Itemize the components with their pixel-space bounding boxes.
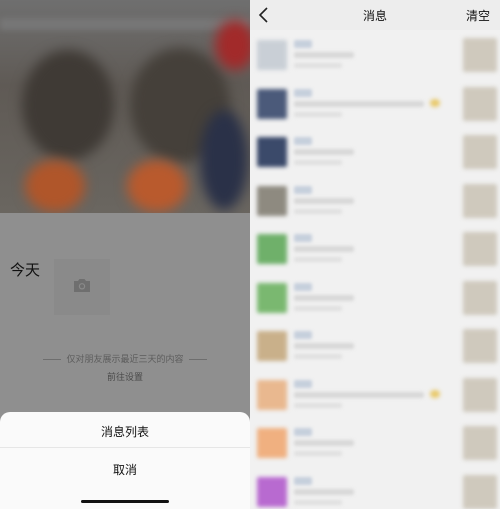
post-thumbnail: [463, 377, 497, 412]
list-item[interactable]: [250, 176, 500, 225]
list-item[interactable]: [250, 127, 500, 176]
message-time: [294, 160, 342, 165]
camera-icon: [74, 279, 90, 292]
post-thumbnail: [463, 86, 497, 121]
message-time: [294, 451, 342, 456]
post-thumbnail: [463, 38, 497, 72]
message-list-option[interactable]: 消息列表: [0, 423, 250, 440]
post-thumbnail: [463, 280, 497, 315]
avatar: [257, 234, 287, 264]
message-time: [294, 305, 342, 311]
avatar: [257, 88, 287, 119]
list-item[interactable]: [250, 30, 500, 79]
action-sheet: 消息列表 取消: [0, 412, 250, 509]
today-label: 今天: [10, 261, 41, 279]
message-time: [294, 63, 342, 68]
list-item[interactable]: [250, 224, 500, 273]
visibility-notice: 仅对朋友展示最近三天的内容: [0, 352, 250, 365]
message-text: [294, 52, 354, 58]
message-time: [294, 354, 342, 359]
messages-panel: 消息 清空: [250, 0, 500, 509]
divider-line: [188, 359, 207, 360]
moments-panel: 今天 仅对朋友展示最近三天的内容 前往设置 消息列表 取消: [0, 0, 250, 509]
message-text: [294, 197, 354, 204]
sender-name: [294, 282, 312, 291]
clear-button[interactable]: 清空: [466, 7, 490, 24]
message-text: [294, 440, 354, 446]
notice-text: 仅对朋友展示最近三天的内容: [66, 355, 184, 365]
message-text: [294, 294, 354, 301]
message-text: [294, 488, 354, 495]
message-time: [294, 257, 342, 262]
list-item[interactable]: [250, 321, 500, 370]
sender-name: [294, 331, 312, 339]
post-thumbnail: [463, 183, 497, 218]
list-item[interactable]: [250, 370, 500, 419]
avatar: [257, 137, 287, 167]
avatar: [257, 185, 287, 216]
post-thumbnail: [463, 426, 497, 460]
list-item[interactable]: [250, 418, 500, 467]
post-thumbnail: [463, 135, 497, 169]
avatar: [257, 40, 287, 70]
post-thumbnail: [463, 232, 497, 266]
avatar: [257, 282, 287, 313]
sender-name: [294, 88, 312, 97]
message-text: [294, 100, 424, 107]
avatar: [257, 379, 287, 410]
message-time: [294, 402, 342, 408]
cover-photo[interactable]: [0, 0, 250, 213]
sender-name: [294, 379, 312, 388]
cancel-button[interactable]: 取消: [0, 461, 250, 478]
divider-line: [43, 359, 62, 360]
navbar: 消息 清空: [250, 0, 500, 30]
home-indicator: [81, 500, 169, 503]
sender-name: [294, 137, 312, 145]
emoji-icon: [430, 98, 440, 107]
avatar: [257, 331, 287, 361]
post-photo-button[interactable]: [54, 259, 110, 315]
message-list: [250, 30, 500, 509]
sender-name: [294, 428, 312, 436]
goto-settings-link[interactable]: 前往设置: [0, 370, 250, 383]
message-text: [294, 391, 424, 398]
list-item[interactable]: [250, 79, 500, 128]
message-text: [294, 149, 354, 155]
sender-name: [294, 476, 312, 485]
post-thumbnail: [463, 474, 497, 509]
sender-name: [294, 234, 312, 242]
message-text: [294, 246, 354, 252]
list-item[interactable]: [250, 467, 500, 509]
message-text: [294, 343, 354, 349]
post-thumbnail: [463, 329, 497, 363]
message-time: [294, 499, 342, 505]
sheet-divider: [0, 447, 250, 448]
page-title: 消息: [362, 9, 387, 23]
message-time: [294, 208, 342, 214]
avatar: [257, 476, 287, 507]
sender-name: [294, 185, 312, 194]
sender-name: [294, 40, 312, 48]
avatar: [257, 428, 287, 458]
emoji-icon: [430, 389, 440, 398]
message-time: [294, 111, 342, 117]
list-item[interactable]: [250, 273, 500, 322]
